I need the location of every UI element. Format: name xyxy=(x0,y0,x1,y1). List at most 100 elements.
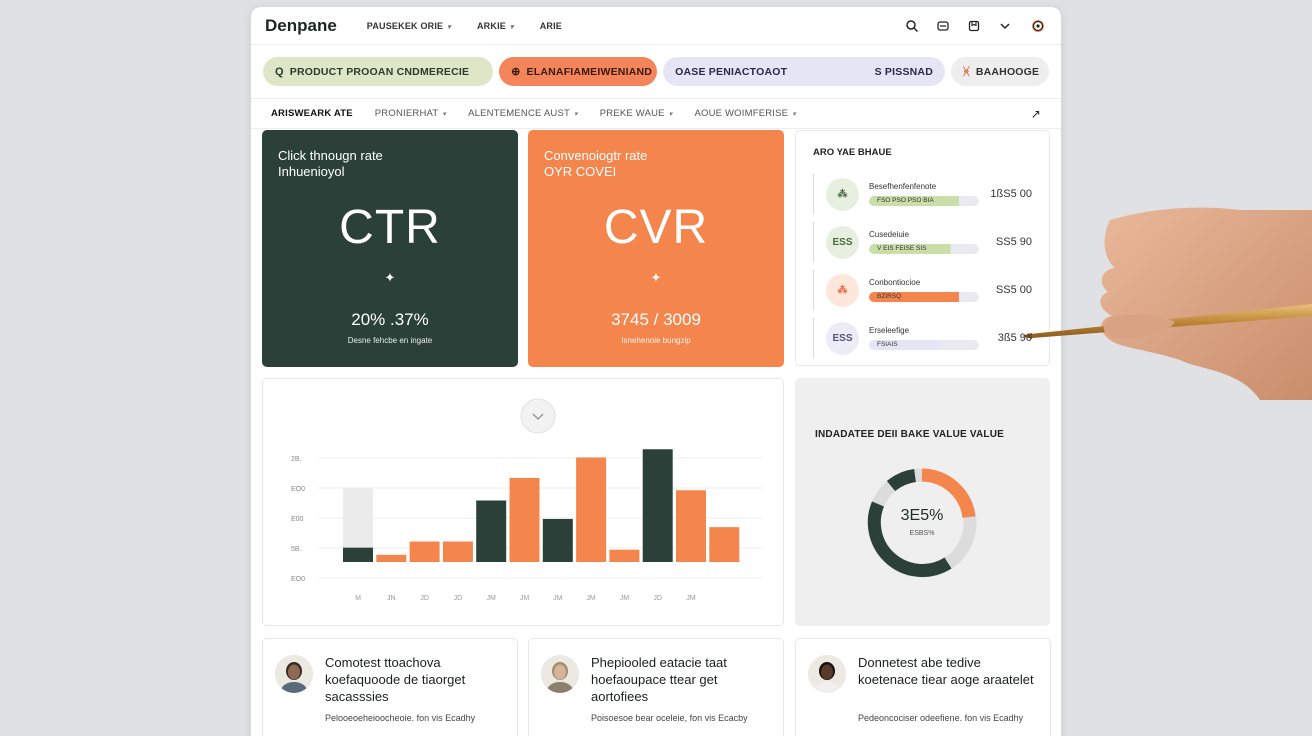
top-menu-item-1[interactable]: PAUSEKEK ORIE ▾ xyxy=(367,21,451,31)
chart-bar[interactable] xyxy=(676,490,706,562)
chevron-down-icon[interactable] xyxy=(998,19,1012,33)
top-menu-item-3[interactable]: ARIE xyxy=(540,21,562,31)
x-tick-label: JM xyxy=(586,595,596,602)
avatar xyxy=(275,655,313,693)
pill-label: ELANAFIAMEIWENIAND xyxy=(526,65,653,78)
settings-icon[interactable] xyxy=(1029,17,1047,35)
box-icon[interactable] xyxy=(967,19,981,33)
pill-lavender[interactable]: OASE PENIACTOAOT S PISSNAD xyxy=(663,57,945,86)
testimonial-subtitle: Pelooeoeheioocheoie. fon vis Ecadhy xyxy=(325,713,476,723)
testimonial-card[interactable]: Phepiooled eatacie taat hoefaoupace ttea… xyxy=(528,638,784,736)
top-icons xyxy=(905,17,1047,35)
item-icon: ESS xyxy=(826,225,859,259)
chart-bar[interactable] xyxy=(576,457,607,562)
donut-caption: ESBS% xyxy=(909,530,935,537)
kpi-card-ctr[interactable]: Click thnougn rate Inhuenioyol CTR ✦ 20%… xyxy=(262,130,518,367)
subnav-tab-5[interactable]: AOUE WOIMFERISE ▾ xyxy=(694,108,796,119)
testimonial-title: Donnetest abe tedive koetenace tiear aog… xyxy=(858,655,1034,687)
pill-orange[interactable]: ⊕ ELANAFIAMEIWENIAND xyxy=(499,57,658,86)
donut-percentage: 3E5% xyxy=(900,507,944,524)
chart-bar[interactable] xyxy=(476,500,507,563)
brand-logo[interactable]: Denpane xyxy=(265,16,337,36)
item-name: Conbontiocioe xyxy=(869,278,921,287)
kpi-card-cvr[interactable]: Convenoiogtr rate OYR COVEI CVR ✦ 3745 /… xyxy=(528,130,784,367)
chart-bar[interactable] xyxy=(542,518,573,562)
y-tick-label: EO0 xyxy=(291,576,305,583)
search-icon[interactable] xyxy=(905,19,919,33)
chevron-down-icon: ▾ xyxy=(792,111,796,118)
chart-bar[interactable] xyxy=(642,449,673,562)
list-title: ARO YAE BHAUE xyxy=(813,147,892,158)
item-body: Besefhenfenfenote FSO PSO PSO BIA xyxy=(869,182,979,206)
expand-arrow-icon[interactable]: ↗ xyxy=(1031,107,1041,121)
chart-bar[interactable] xyxy=(343,547,373,562)
top-menu-item-2[interactable]: ARKIE ▾ xyxy=(477,21,514,31)
chart-bar[interactable] xyxy=(376,554,407,562)
x-tick-label: M xyxy=(355,595,361,602)
chart-bar[interactable] xyxy=(509,477,540,562)
pill-right-label: S PISSNAD xyxy=(874,65,933,78)
testimonial-subtitle: Poisoesoe bear oceleie, fon vis Ecacby xyxy=(591,713,748,723)
donut-segment-dark-small xyxy=(886,469,917,492)
x-tick-label: JM xyxy=(487,595,497,602)
filter-pills: Q PRODUCT PROOAN CNDMERECIE ⊕ ELANAFIAME… xyxy=(251,45,1061,99)
chat-icon[interactable] xyxy=(936,19,950,33)
chart-bar[interactable] xyxy=(409,541,440,563)
kpi-big-label: CTR xyxy=(339,201,441,254)
x-tick-label: JM xyxy=(520,595,530,602)
donut-title: INDADATEE DEII BAKE VALUE VALUE xyxy=(815,429,1004,440)
y-tick-label: 5B. xyxy=(291,546,302,553)
bar-chart: 2B. EO0 E00 5B. EO0 M JN JD JD JM JM JM JM JM JD JM xyxy=(291,398,763,602)
testimonial-card[interactable]: Donnetest abe tedive koetenace tiear aog… xyxy=(795,638,1051,736)
subnav-tab-3[interactable]: ALENTEMENCE AUST ▾ xyxy=(468,108,578,119)
testimonial-subtitle: Pedeoncociser odeefiene. fon vis Ecadhy xyxy=(858,713,1024,723)
pill-grey[interactable]: ᚸ BAAHOOGE xyxy=(951,57,1049,86)
kpi-value: 3745 / 3009 xyxy=(611,310,701,329)
testimonial-title: Comotest ttoachova koefaquoode de tiaorg… xyxy=(325,655,466,704)
tag-icon: ᚸ xyxy=(963,65,970,78)
x-tick-label: JM xyxy=(553,595,563,602)
kpi-big-label: CVR xyxy=(603,201,709,254)
donut-card: INDADATEE DEII BAKE VALUE VALUE 3E5% ESB… xyxy=(795,378,1050,626)
avatar xyxy=(808,655,846,693)
item-icon: ⁂ xyxy=(826,273,859,307)
chevron-down-icon: ▾ xyxy=(442,111,447,118)
item-progress-bar: FSO PSO PSO BIA xyxy=(869,196,979,206)
subnav-tab-2[interactable]: PRONIERHAT ▾ xyxy=(375,108,446,119)
chevron-down-icon: ▾ xyxy=(509,23,514,31)
x-tick-label: JM xyxy=(620,595,630,602)
chart-scroll-knob[interactable] xyxy=(520,398,556,434)
x-tick-label: JM xyxy=(686,595,696,602)
chart-bar[interactable] xyxy=(609,549,640,562)
testimonial-card[interactable]: Comotest ttoachova koefaquoode de tiaorg… xyxy=(262,638,518,736)
kpi-value: 20% .37% xyxy=(351,310,429,329)
chevron-down-icon: ▾ xyxy=(574,111,578,118)
item-amount: 1ßS5 00 xyxy=(990,188,1032,200)
item-name: Cusedeiuie xyxy=(869,230,910,239)
kpi-caption: Desne fehcbe en ingate xyxy=(347,336,433,345)
sparkle-icon: ✦ xyxy=(650,270,662,285)
pill-label: BAAHOOGE xyxy=(975,65,1040,78)
x-tick-label: JD xyxy=(420,595,429,602)
chart-bar[interactable] xyxy=(442,541,473,563)
pill-label: PRODUCT PROOAN CNDMERECIE xyxy=(289,65,470,78)
chart-bar[interactable] xyxy=(709,527,740,562)
item-body: Conbontiocioe BZIRSQ xyxy=(869,278,979,302)
kpi-caption: Isnehenoie bungzip xyxy=(621,336,691,345)
bar-chart-card: 2B. EO0 E00 5B. EO0 M JN JD JD JM JM JM JM JM JD JM xyxy=(262,378,784,626)
plus-circle-icon: ⊕ xyxy=(511,66,521,78)
item-name: Erseleefige xyxy=(869,326,910,335)
chevron-down-icon: ▾ xyxy=(668,111,673,118)
top-nav: Denpane PAUSEKEK ORIE ▾ ARKIE ▾ ARIE xyxy=(251,7,1061,45)
subnav-tab-1[interactable]: ARISWEARK ATE xyxy=(271,108,353,119)
search-icon: Q xyxy=(275,65,284,78)
item-body: Cusedeiuie V EIS FEISE SIS xyxy=(869,230,979,254)
chevron-down-icon: ▾ xyxy=(447,23,451,31)
pill-product[interactable]: Q PRODUCT PROOAN CNDMERECIE xyxy=(263,57,494,86)
item-progress-bar: FSIAIS xyxy=(869,340,979,350)
item-icon: ESS xyxy=(826,321,859,355)
x-tick-label: JN xyxy=(387,595,396,602)
item-progress-bar: BZIRSQ xyxy=(869,292,979,302)
pill-label: OASE PENIACTOAOT xyxy=(675,65,788,78)
subnav-tab-4[interactable]: PREKE WAUE ▾ xyxy=(600,108,673,119)
